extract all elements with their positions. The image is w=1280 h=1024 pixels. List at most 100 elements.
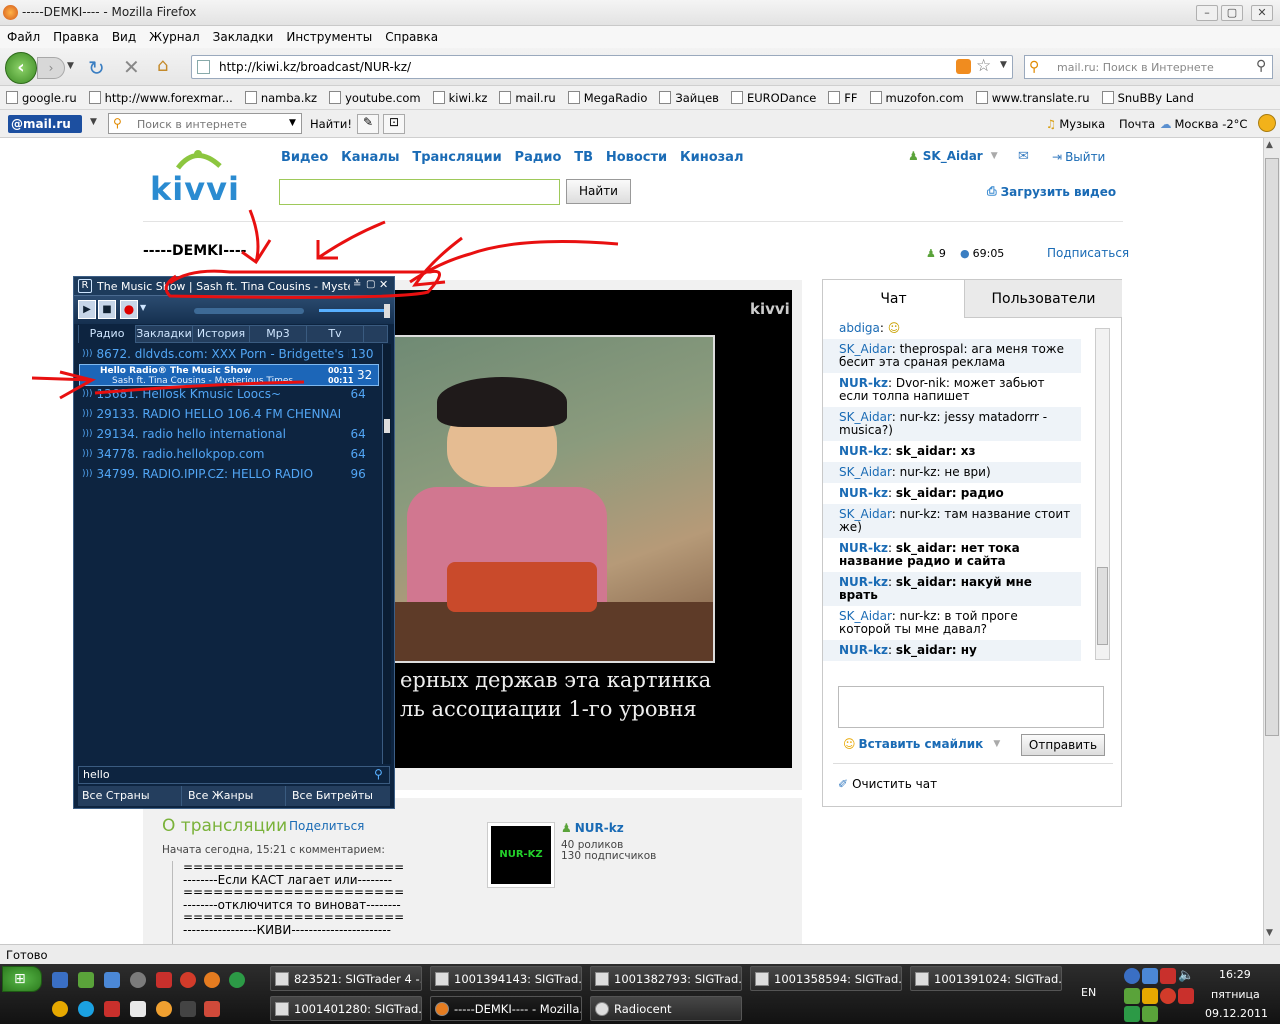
chat-author[interactable]: NUR-kz: [839, 376, 888, 390]
chat-author[interactable]: SK_Aidar: [839, 609, 892, 623]
bookmark-label[interactable]: www.translate.ru: [992, 91, 1090, 105]
scroll-up-icon[interactable]: ▲: [1266, 140, 1273, 150]
quicklaunch-icon[interactable]: [180, 972, 196, 988]
taskbar-item-label[interactable]: 823521: SIGTrader 4 -...: [294, 972, 421, 986]
taskbar-item[interactable]: 1001382793: SIGTrad...: [590, 966, 742, 991]
rss-icon[interactable]: [956, 59, 971, 74]
minimize-button[interactable]: –: [1196, 5, 1218, 21]
radio-tab-tv[interactable]: Tv: [307, 325, 364, 343]
station-name[interactable]: 29134. radio hello international: [97, 427, 349, 441]
tray-icon[interactable]: [1142, 988, 1158, 1004]
chat-input[interactable]: [838, 686, 1104, 728]
bookmark-label[interactable]: muzofon.com: [886, 91, 964, 105]
network-icon[interactable]: [1142, 968, 1158, 984]
bookmark-item[interactable]: mail.ru: [499, 91, 556, 105]
tray-icon[interactable]: [1124, 1006, 1140, 1022]
filter-countries[interactable]: Все Страны: [78, 786, 182, 806]
bookmark-item[interactable]: http://www.forexmar...: [88, 91, 233, 105]
bookmark-item[interactable]: EURODance: [730, 91, 816, 105]
station-name[interactable]: 29133. RADIO HELLO 106.4 FM CHENNAI: [97, 407, 349, 421]
menu-edit[interactable]: Правка: [53, 30, 99, 44]
bookmark-item[interactable]: namba.kz: [244, 91, 317, 105]
url-text[interactable]: http://kiwi.kz/broadcast/NUR-kz/: [219, 60, 411, 74]
radio-search-value[interactable]: hello: [83, 768, 110, 781]
tab-users[interactable]: Пользователи: [965, 280, 1122, 318]
taskbar-item[interactable]: 1001358594: SIGTrad...: [750, 966, 902, 991]
mailru-search-input[interactable]: ⚲ Поиск в интернете ▼: [108, 113, 302, 134]
nav-broadcasts[interactable]: Трансляции: [412, 150, 501, 165]
upload-label[interactable]: Загрузить видео: [1001, 185, 1116, 199]
chat-author[interactable]: NUR-kz: [839, 444, 888, 458]
search-bar[interactable]: ⚲ mail.ru: Поиск в Интернете ⚲: [1024, 55, 1273, 79]
page-scrollbar-thumb[interactable]: [1265, 158, 1279, 736]
stop-button[interactable]: ■: [98, 300, 116, 319]
insert-smiley-button[interactable]: ☺ Вставить смайлик ▼: [843, 737, 1000, 751]
bookmark-item[interactable]: kiwi.kz: [432, 91, 487, 105]
tray-icon[interactable]: [1160, 968, 1176, 984]
quicklaunch-icon[interactable]: [130, 972, 146, 988]
radio-tab-bookmarks[interactable]: Закладки: [136, 325, 193, 343]
play-button[interactable]: ▶: [78, 300, 96, 319]
volume-icon[interactable]: 🔈: [1178, 968, 1194, 983]
radio-search-input[interactable]: hello ⚲: [78, 766, 390, 784]
menu-history[interactable]: Журнал: [149, 30, 200, 44]
taskbar-item-active[interactable]: -----DEMKI---- - Mozilla...: [430, 996, 582, 1021]
url-bar[interactable]: http://kiwi.kz/broadcast/NUR-kz/ ☆ ▼: [191, 55, 1013, 79]
clock-time[interactable]: 16:29: [1219, 968, 1251, 981]
volume-slider[interactable]: [319, 309, 389, 312]
bookmark-label[interactable]: mail.ru: [515, 91, 555, 105]
station-row[interactable]: ))) 29133. RADIO HELLO 106.4 FM CHENNAI: [78, 404, 381, 424]
station-name[interactable]: 13681. Hellosk Kmusic Loocs~: [97, 387, 349, 401]
taskbar-item-label[interactable]: -----DEMKI---- - Mozilla...: [454, 1002, 581, 1016]
send-button[interactable]: Отправить: [1021, 734, 1105, 756]
bookmark-label[interactable]: MegaRadio: [584, 91, 648, 105]
station-scrollbar-thumb[interactable]: [384, 419, 390, 433]
bookmark-label[interactable]: Зайцев: [675, 91, 719, 105]
upload-video-link[interactable]: ⎙ Загрузить видео: [987, 184, 1116, 199]
start-button[interactable]: ⊞: [2, 966, 42, 992]
page-scrollbar[interactable]: ▲ ▼: [1263, 138, 1280, 944]
language-indicator[interactable]: EN: [1081, 986, 1096, 999]
search-icon[interactable]: ⚲: [374, 767, 383, 781]
bookmark-label[interactable]: FF: [844, 91, 857, 105]
tray-icon[interactable]: [1178, 988, 1194, 1004]
chevron-down-icon[interactable]: ▼: [289, 118, 296, 128]
screenshot-icon[interactable]: ⊡: [383, 114, 405, 134]
bookmark-item[interactable]: FF: [828, 91, 858, 105]
radio-tab-mp3[interactable]: Mp3: [250, 325, 307, 343]
station-row[interactable]: ))) 34778. radio.hellokpop.com 64: [78, 444, 381, 464]
menu-help[interactable]: Справка: [385, 30, 438, 44]
bookmark-item[interactable]: Зайцев: [659, 91, 719, 105]
taskbar-item-label[interactable]: Radiocent: [614, 1002, 672, 1016]
music-label[interactable]: Музыка: [1059, 117, 1105, 131]
home-icon[interactable]: ⌂: [157, 55, 168, 76]
tray-icon[interactable]: [1160, 988, 1176, 1004]
search-icon[interactable]: ⚲: [1256, 58, 1266, 74]
chat-author[interactable]: abdiga: [839, 321, 880, 335]
mail-link[interactable]: Почта: [1119, 117, 1155, 131]
weather-link[interactable]: ☁ Москва -2°C: [1160, 117, 1247, 131]
chevron-down-icon[interactable]: ▼: [993, 739, 1000, 749]
history-dropdown-icon[interactable]: ▼: [67, 61, 74, 71]
scroll-down-icon[interactable]: ▼: [1266, 928, 1273, 938]
chat-author[interactable]: SK_Aidar: [839, 507, 892, 521]
maximize-button[interactable]: ▢: [1221, 5, 1243, 21]
clear-chat-label[interactable]: Очистить чат: [852, 777, 937, 791]
close-button[interactable]: ✕: [1251, 5, 1273, 21]
record-dropdown-icon[interactable]: ▼: [140, 303, 146, 312]
quicklaunch-icon[interactable]: [204, 1001, 220, 1017]
logout-link[interactable]: ⇥ Выйти: [1052, 150, 1105, 164]
clock-day[interactable]: пятница: [1211, 988, 1260, 1001]
chat-author[interactable]: SK_Aidar: [839, 465, 892, 479]
utorrent-icon[interactable]: [229, 972, 245, 988]
channel-avatar[interactable]: NUR-KZ: [487, 822, 555, 888]
radio-tab-history[interactable]: История: [193, 325, 250, 343]
taskbar-item-label[interactable]: 1001401280: SIGTrad...: [294, 1002, 421, 1016]
taskbar-item[interactable]: 1001401280: SIGTrad...: [270, 996, 422, 1021]
seek-bar[interactable]: [194, 308, 304, 314]
quicklaunch-icon[interactable]: [104, 972, 120, 988]
firefox-icon[interactable]: [204, 972, 220, 988]
chat-scrollbar[interactable]: [1095, 328, 1110, 660]
quicklaunch-icon[interactable]: [180, 1001, 196, 1017]
edit-icon[interactable]: ✎: [357, 114, 379, 134]
